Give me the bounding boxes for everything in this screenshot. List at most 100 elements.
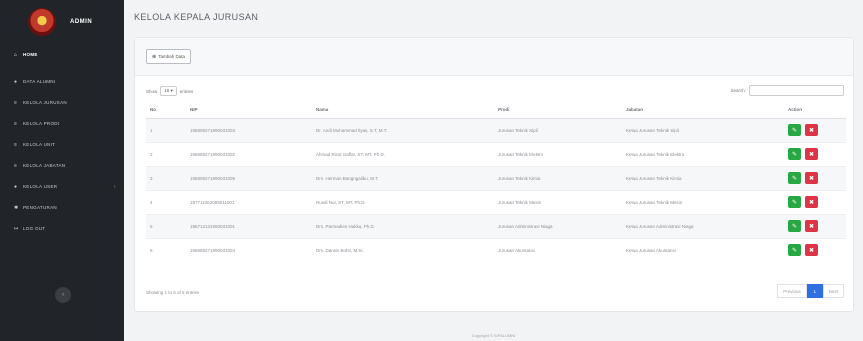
cell-nama: Rusdi Nur, ST, MT, Ph.D. (312, 189, 494, 214)
table-row: 4 197711062005011001 Rusdi Nur, ST, MT, … (146, 189, 846, 214)
cell-nip: 196808271990031003 (186, 117, 312, 142)
cell-nip: 196808271990031005 (186, 165, 312, 190)
cell-nip: 196808271990031002 (186, 141, 312, 166)
trash-icon: ✖ (808, 199, 815, 206)
sidebar-item-label: KELOLA UNIT (23, 142, 56, 147)
edit-button[interactable]: ✎ (788, 244, 801, 257)
edit-button[interactable]: ✎ (788, 124, 801, 136)
cell-nama: Drs. Darwis Bohri, M.Si. (312, 237, 494, 262)
cell-jabatan: Ketua Jurusan Teknik Elektro (622, 141, 784, 166)
column-header-nip[interactable]: NIP (186, 101, 312, 119)
cell-nip: 196712131993031001 (186, 213, 312, 238)
cell-no: 2 (146, 141, 186, 166)
edit-button[interactable]: ✎ (788, 148, 801, 160)
trash-icon: ✖ (808, 223, 815, 230)
sidebar-item-log-out[interactable]: ↦ LOG OUT (0, 218, 124, 239)
sidebar-item-kelola-unit[interactable]: ≡ KELOLA UNIT (0, 134, 124, 155)
sidebar-item-kelola-jabatan[interactable]: ≡ KELOLA JABATAN (0, 155, 124, 176)
sidebar-item-kelola-user[interactable]: ● KELOLA USER ‹ (0, 176, 124, 197)
sidebar-toggle-button[interactable]: ‹ (55, 287, 71, 303)
sidebar-item-data-alumni[interactable]: ● DATA ALUMNI (0, 71, 124, 92)
delete-button[interactable]: ✖ (805, 124, 818, 136)
cell-prodi: Jurusan Akuntansi (494, 237, 622, 262)
cell-prodi: Jurusan Teknik Mesin (494, 189, 622, 214)
cell-nama: Ahmad Rizal Gaffar, ST, MT, Ph.D. (312, 141, 494, 166)
column-header-jabatan[interactable]: Jabatan (622, 101, 784, 119)
sidebar-item-kelola-prodi[interactable]: ≡ KELOLA PRODI (0, 113, 124, 134)
cell-nama: Drs. Parmadien Hakka, Ph.D. (312, 213, 494, 238)
table-info: Showing 1 to 6 of 6 entries (146, 290, 200, 295)
cell-prodi: Jurusan Teknik Kimia (494, 165, 622, 190)
sidebar-item-label: DATA ALUMNI (23, 79, 56, 84)
edit-icon: ✎ (791, 127, 798, 134)
table-row: 6 196808271990031004 Drs. Darwis Bohri, … (146, 237, 846, 262)
column-header-prodi[interactable]: Prodi (494, 101, 622, 119)
table-row: 1 196808271990031003 Dr. Andi Muhammad I… (146, 117, 846, 142)
trash-icon: ✖ (808, 127, 815, 134)
table-controls: Show 10 ▾ entries Search: (146, 85, 844, 97)
cell-jabatan: Ketua Jurusan Teknik Kimia (622, 165, 784, 190)
entries-label: entries (179, 88, 194, 94)
cell-no: 6 (146, 237, 186, 262)
cell-nip: 197711062005011001 (186, 189, 312, 214)
edit-button[interactable]: ✎ (788, 220, 801, 232)
users-icon: ● (14, 78, 18, 85)
brand[interactable]: ADMIN (0, 0, 124, 44)
entries-select[interactable]: 10 ▾ (160, 86, 177, 96)
search-input[interactable] (749, 85, 844, 96)
chevron-left-icon: ‹ (114, 183, 116, 190)
sidebar-item-label: PENGATURAN (23, 205, 57, 210)
logout-icon: ↦ (14, 225, 19, 232)
delete-button[interactable]: ✖ (805, 172, 818, 184)
edit-button[interactable]: ✎ (788, 196, 801, 208)
delete-button[interactable]: ✖ (805, 220, 818, 232)
sidebar-item-home[interactable]: ⌂ HOME (0, 44, 124, 65)
edit-icon: ✎ (791, 175, 798, 182)
delete-button[interactable]: ✖ (805, 148, 818, 160)
pagination: Previous 1 Next (777, 284, 844, 298)
cell-prodi: Jurusan Teknik Sipil (494, 117, 622, 142)
table-header-row: No NIP Nama Prodi Jabatan Action (146, 101, 846, 119)
trash-icon: ✖ (808, 175, 815, 182)
sidebar-item-label: KELOLA JABATAN (23, 163, 66, 168)
pagination-next[interactable]: Next (822, 284, 844, 298)
cell-action: ✎ ✖ (784, 237, 846, 262)
add-data-button[interactable]: ⊕ Tambah Data (146, 49, 191, 64)
edit-button[interactable]: ✎ (788, 172, 801, 184)
main-content: KELOLA KEPALA JURUSAN ⊕ Tambah Data Show… (124, 0, 863, 341)
cell-no: 5 (146, 213, 186, 238)
cell-action: ✎ ✖ (784, 117, 846, 142)
cell-prodi: Jurusan Teknik Elektro (494, 141, 622, 166)
cell-action: ✎ ✖ (784, 165, 846, 190)
cell-no: 1 (146, 117, 186, 142)
edit-icon: ✎ (791, 199, 798, 206)
page-title: KELOLA KEPALA JURUSAN (134, 12, 259, 22)
column-header-action[interactable]: Action (784, 101, 846, 119)
cell-prodi: Jurusan Administrasi Niaga (494, 213, 622, 238)
column-header-nama[interactable]: Nama (312, 101, 494, 119)
delete-button[interactable]: ✖ (805, 244, 818, 257)
cell-action: ✎ ✖ (784, 141, 846, 166)
column-header-no[interactable]: No (146, 101, 186, 119)
home-icon: ⌂ (14, 51, 18, 58)
logo-icon (28, 8, 56, 36)
sidebar-item-label: HOME (23, 52, 38, 57)
sidebar-item-kelola-jurusan[interactable]: ≡ KELOLA JURUSAN (0, 92, 124, 113)
delete-button[interactable]: ✖ (805, 196, 818, 208)
sidebar-item-pengaturan[interactable]: ✱ PENGATURAN (0, 197, 124, 218)
pagination-page-1[interactable]: 1 (806, 284, 823, 298)
pagination-previous[interactable]: Previous (777, 284, 807, 298)
user-icon: ● (14, 183, 18, 190)
edit-icon: ✎ (791, 223, 798, 230)
cell-action: ✎ ✖ (784, 189, 846, 214)
edit-icon: ✎ (791, 247, 798, 254)
cell-jabatan: Ketua Jurusan Teknik Mesin (622, 189, 784, 214)
data-card: ⊕ Tambah Data Show 10 ▾ entries Search: … (134, 37, 854, 312)
cell-nama: Drs. Herman Bangngalibu, M.T. (312, 165, 494, 190)
sidebar: ADMIN ⌂ HOME ● DATA ALUMNI ≡ KELOLA JURU… (0, 0, 124, 341)
table-row: 3 196808271990031005 Drs. Herman Bangnga… (146, 165, 846, 190)
sidebar-item-label: KELOLA USER (23, 184, 58, 189)
sidebar-item-label: KELOLA PRODI (23, 121, 60, 126)
list-icon: ≡ (14, 120, 18, 127)
footer-copyright: Copyright © SIPALUMNI (471, 333, 516, 338)
